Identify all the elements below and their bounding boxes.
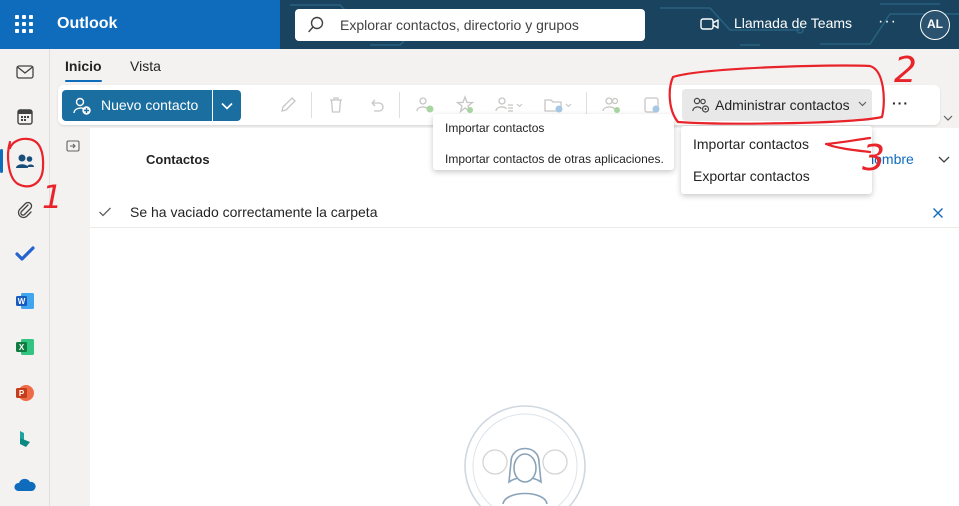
powerpoint-icon[interactable]: P — [9, 377, 41, 409]
new-contact-button[interactable]: Nuevo contacto — [62, 90, 212, 121]
success-notification: Se ha vaciado correctamente la carpeta — [90, 197, 959, 228]
menu-item-import-contacts[interactable]: Importar contactos — [693, 136, 809, 152]
menu-item-import-from-apps[interactable]: Importar contactos de otras aplicaciones… — [445, 152, 664, 166]
ribbon-separator — [311, 92, 312, 118]
tab-vista[interactable]: Vista — [130, 58, 161, 74]
video-camera-icon — [700, 18, 719, 30]
move-folder-icon[interactable] — [544, 95, 572, 115]
ribbon-tabs: Inicio Vista — [50, 49, 959, 84]
svg-text:X: X — [19, 343, 25, 352]
manage-contacts-menu: Importar contactos Exportar contactos — [681, 126, 872, 194]
new-contact-dropdown[interactable] — [213, 90, 241, 121]
add-to-list-icon[interactable] — [415, 95, 435, 115]
ribbon-more-button[interactable]: ··· — [892, 95, 909, 111]
avatar[interactable]: AL — [920, 10, 950, 40]
people-icon[interactable] — [0, 145, 41, 177]
close-icon[interactable] — [932, 207, 944, 219]
search-box[interactable]: Explorar contactos, directorio y grupos — [295, 9, 645, 41]
ribbon-collapse-icon[interactable] — [943, 115, 953, 122]
menu-item-export-contacts[interactable]: Exportar contactos — [693, 168, 810, 184]
teams-call-label: Llamada de Teams — [734, 15, 853, 31]
notification-text: Se ha vaciado correctamente la carpeta — [130, 204, 378, 220]
search-icon — [308, 16, 324, 33]
undo-icon[interactable] — [366, 95, 386, 115]
tab-inicio[interactable]: Inicio — [65, 58, 102, 82]
todo-icon[interactable] — [9, 238, 41, 270]
more-options-icon[interactable]: ··· — [878, 13, 897, 31]
app-brand[interactable]: Outlook — [57, 15, 117, 33]
menu-item-import-contacts[interactable]: Importar contactos — [445, 121, 544, 135]
empty-contacts-illustration — [464, 405, 586, 506]
edit-icon[interactable] — [278, 95, 298, 115]
mail-icon[interactable] — [9, 56, 41, 88]
top-bar: Outlook Explorar contactos, directorio y… — [0, 0, 959, 49]
search-input[interactable]: Explorar contactos, directorio y grupos — [340, 17, 579, 33]
categorize-icon[interactable] — [495, 95, 523, 115]
add-person-icon — [73, 97, 91, 115]
chevron-down-icon — [858, 101, 867, 107]
app-launcher-icon[interactable] — [12, 12, 36, 36]
list-title: Contactos — [146, 152, 210, 167]
attachment-icon[interactable] — [9, 194, 41, 226]
manage-contacts-label: Administrar contactos — [715, 97, 850, 113]
contact-card-icon[interactable] — [642, 95, 662, 115]
share-contact-icon[interactable] — [602, 95, 622, 115]
word-icon[interactable]: W — [9, 285, 41, 317]
manage-contacts-button[interactable]: Administrar contactos — [682, 89, 872, 121]
bookings-icon[interactable] — [9, 423, 41, 455]
manage-contacts-icon — [692, 97, 710, 113]
app-rail: W X P — [0, 49, 50, 506]
expand-pane-icon[interactable] — [66, 139, 80, 153]
favorite-icon[interactable] — [455, 95, 475, 115]
onedrive-icon[interactable] — [9, 469, 41, 501]
new-contact-label: Nuevo contacto — [101, 97, 199, 113]
chevron-down-icon — [221, 102, 233, 110]
calendar-icon[interactable] — [9, 101, 41, 133]
delete-icon[interactable] — [326, 95, 346, 115]
chevron-down-icon[interactable] — [938, 156, 950, 164]
import-menu: Importar contactos Importar contactos de… — [433, 114, 674, 170]
checkmark-icon — [99, 207, 111, 217]
svg-text:P: P — [19, 389, 25, 398]
excel-icon[interactable]: X — [9, 331, 41, 363]
ribbon-separator — [399, 92, 400, 118]
svg-text:W: W — [18, 297, 26, 306]
folder-pane-strip — [50, 128, 90, 506]
